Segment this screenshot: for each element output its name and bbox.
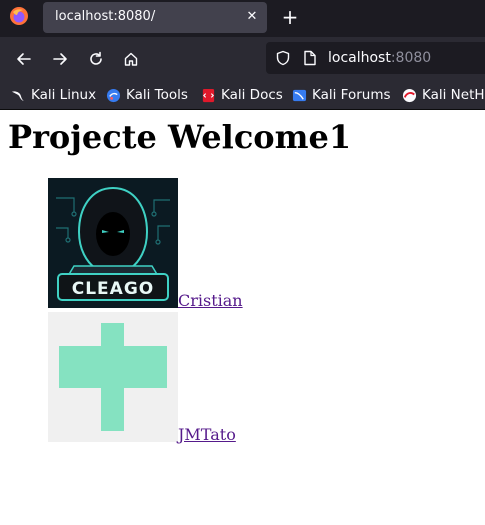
reload-button[interactable]: [83, 46, 109, 72]
back-button[interactable]: [11, 46, 37, 72]
url-text[interactable]: localhost:8080: [328, 50, 431, 66]
bookmark-label: Kali Linux: [31, 87, 97, 103]
tab-title: localhost:8080/: [55, 9, 156, 24]
bookmarks-toolbar: Kali Linux Kali Tools Kali Docs Kali For…: [0, 80, 485, 110]
home-button[interactable]: [118, 46, 144, 72]
identicon-avatar: [48, 312, 178, 442]
bookmark-kali-forums[interactable]: Kali Forums: [292, 85, 391, 105]
url-port: :8080: [390, 50, 432, 66]
bookmark-kali-nethunter[interactable]: Kali NetH: [402, 85, 485, 105]
new-tab-icon[interactable]: +: [280, 7, 300, 27]
close-tab-icon[interactable]: ✕: [243, 8, 261, 26]
page-heading: Projecte Welcome1: [8, 118, 352, 156]
bookmark-label: Kali Docs: [221, 87, 283, 103]
kali-tools-icon: [106, 88, 121, 102]
user-link-cristian[interactable]: Cristian: [178, 293, 243, 309]
reload-icon: [90, 51, 102, 65]
firefox-icon[interactable]: [9, 6, 29, 26]
user-entry: JMTato: [48, 312, 236, 443]
kali-nethunter-icon: [402, 88, 417, 102]
home-icon: [124, 52, 138, 66]
bookmark-label: Kali Forums: [312, 87, 391, 103]
page-icon[interactable]: [303, 50, 317, 66]
navigation-toolbar: localhost:8080: [0, 37, 485, 80]
kali-dragon-icon: [11, 90, 25, 101]
kali-docs-icon: [202, 88, 215, 102]
forward-button[interactable]: [47, 46, 73, 72]
url-host: localhost: [328, 50, 391, 66]
bookmark-kali-linux[interactable]: Kali Linux: [11, 85, 96, 105]
shield-icon[interactable]: [275, 50, 291, 66]
active-tab[interactable]: localhost:8080/ ✕: [43, 2, 267, 33]
avatar-logo-text: CLEAGO: [72, 279, 154, 299]
user-entry: CLEAGO Cristian: [48, 178, 243, 309]
bookmark-label: Kali NetH: [422, 87, 485, 103]
bookmark-kali-tools[interactable]: Kali Tools: [106, 85, 188, 105]
page-content: Projecte Welcome1 CLEAGO Cristian JMTato: [0, 110, 485, 525]
cleago-hacker-avatar: CLEAGO: [48, 178, 178, 308]
bookmark-kali-docs[interactable]: Kali Docs: [201, 85, 283, 105]
bookmark-label: Kali Tools: [126, 87, 188, 103]
forward-arrow-icon: [53, 53, 67, 65]
back-arrow-icon: [17, 53, 31, 65]
address-bar[interactable]: localhost:8080: [266, 42, 485, 74]
user-link-jmtato[interactable]: JMTato: [178, 427, 236, 443]
tab-bar: localhost:8080/ ✕ +: [0, 0, 485, 37]
kali-forums-icon: [292, 89, 307, 101]
